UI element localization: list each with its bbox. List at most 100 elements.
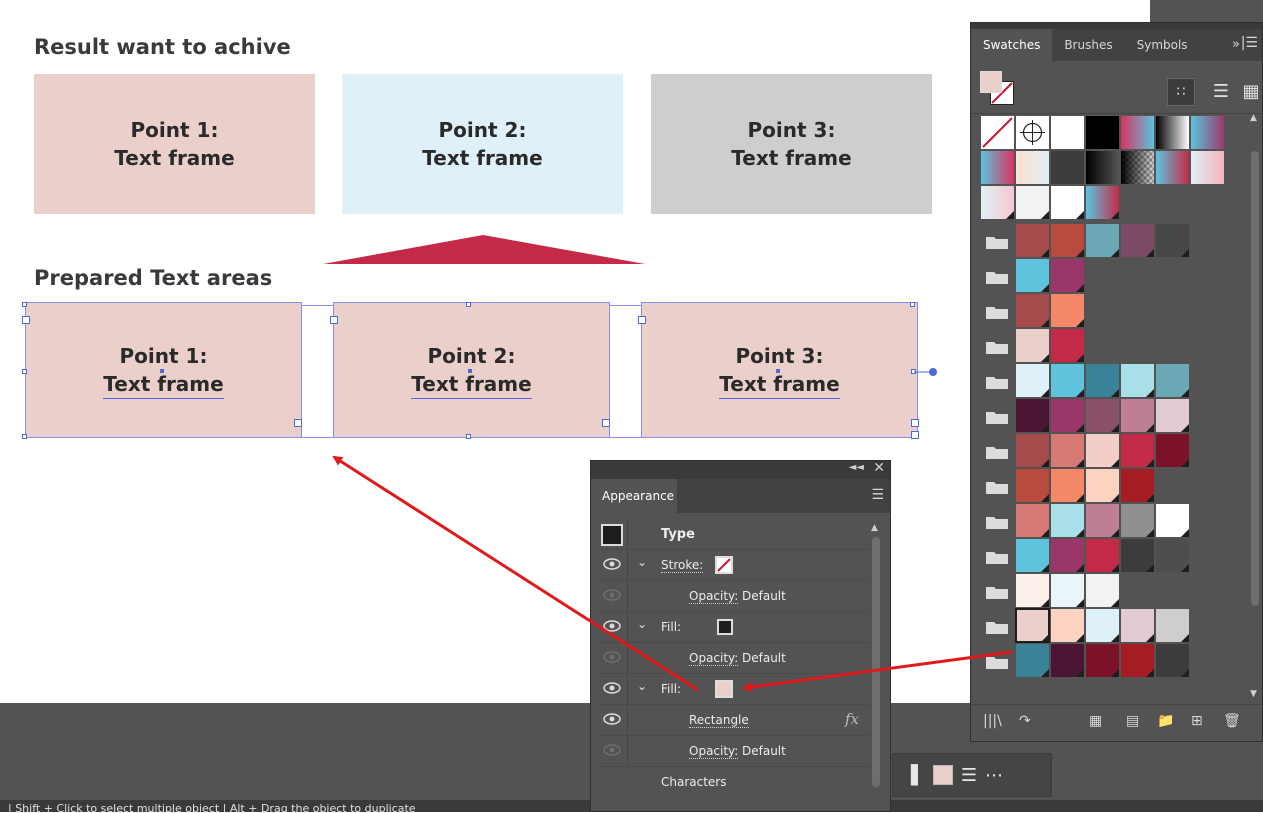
selection-handle[interactable]: [330, 316, 338, 324]
swatch[interactable]: [1086, 434, 1119, 467]
eye-icon[interactable]: [603, 619, 621, 633]
object-opacity-row[interactable]: Opacity: Default: [597, 736, 869, 767]
folder-icon[interactable]: [985, 514, 1009, 530]
swatch[interactable]: [1156, 644, 1189, 677]
opacity-label[interactable]: Opacity:: [689, 651, 739, 666]
swatch[interactable]: [1051, 364, 1084, 397]
stroke-opacity-row[interactable]: Opacity: Default: [597, 581, 869, 612]
swatch[interactable]: [1016, 294, 1049, 327]
show-kinds-icon[interactable]: ▦: [1089, 713, 1102, 729]
close-icon[interactable]: ✕: [873, 460, 885, 476]
folder-icon[interactable]: [985, 444, 1009, 460]
swatch-libraries-icon[interactable]: |||\: [983, 713, 1002, 729]
selection-handle[interactable]: [911, 419, 919, 427]
fill-swatch-mini[interactable]: [932, 765, 953, 785]
none-swatch[interactable]: [981, 116, 1014, 149]
folder-icon[interactable]: [985, 654, 1009, 670]
fill-label[interactable]: Fill:: [661, 620, 681, 634]
place-swatches-icon[interactable]: ↷: [1019, 713, 1031, 729]
swatch[interactable]: [1086, 574, 1119, 607]
swatch[interactable]: [1051, 644, 1084, 677]
swatch[interactable]: [1121, 116, 1154, 149]
new-color-group-icon[interactable]: 📁: [1157, 713, 1174, 729]
stroke-none-swatch[interactable]: [715, 556, 733, 574]
folder-icon[interactable]: [985, 619, 1009, 635]
swatch[interactable]: [1121, 469, 1154, 502]
selection-handle[interactable]: [22, 302, 27, 307]
selection-handle[interactable]: [22, 316, 30, 324]
swatch[interactable]: [1086, 151, 1119, 184]
registration-swatch[interactable]: [1016, 116, 1049, 149]
fill-row-black[interactable]: ⌄ Fill:: [597, 612, 869, 643]
swatch[interactable]: [1121, 504, 1154, 537]
selection-handle[interactable]: [466, 434, 471, 439]
swatch[interactable]: [1016, 539, 1049, 572]
folder-icon[interactable]: [985, 584, 1009, 600]
swatch[interactable]: [1191, 151, 1224, 184]
swatch[interactable]: [1086, 469, 1119, 502]
thumbnail-view-icon[interactable]: ▦: [1237, 78, 1263, 106]
type-row[interactable]: Type: [597, 519, 869, 550]
swatch[interactable]: [1156, 116, 1189, 149]
selection-handle[interactable]: [294, 419, 302, 427]
swatch[interactable]: [1051, 539, 1084, 572]
swatch[interactable]: [1016, 469, 1049, 502]
list-view-icon[interactable]: ☰: [1207, 78, 1235, 106]
folder-icon[interactable]: [985, 549, 1009, 565]
more-options-icon[interactable]: ⋯: [985, 765, 1003, 786]
swatch[interactable]: [1016, 151, 1049, 184]
selection-handle[interactable]: [466, 302, 471, 307]
swatch[interactable]: [1121, 609, 1154, 642]
folder-icon[interactable]: [985, 269, 1009, 285]
align-left-icon[interactable]: ▌: [911, 765, 925, 786]
swatch[interactable]: [1156, 504, 1189, 537]
folder-icon[interactable]: [985, 479, 1009, 495]
panel-menu-icon[interactable]: ☰: [871, 487, 884, 503]
swatch[interactable]: [1156, 151, 1189, 184]
swatch[interactable]: [1191, 116, 1224, 149]
swatch[interactable]: [1051, 116, 1084, 149]
swatch-options-icon[interactable]: ▤: [1126, 713, 1139, 729]
swatch[interactable]: [1156, 434, 1189, 467]
swatch[interactable]: [1156, 399, 1189, 432]
stroke-row[interactable]: ⌄ Stroke:: [597, 550, 869, 581]
panel-grip[interactable]: ◄◄ ✕: [591, 460, 890, 479]
selection-handle[interactable]: [911, 431, 919, 439]
swatch[interactable]: [1051, 151, 1084, 184]
swatch[interactable]: [1051, 504, 1084, 537]
swatch[interactable]: [1016, 186, 1049, 219]
swatch[interactable]: [1051, 574, 1084, 607]
fx-icon[interactable]: fx: [845, 710, 859, 728]
swatch[interactable]: [1086, 644, 1119, 677]
tab-brushes[interactable]: Brushes: [1052, 29, 1124, 61]
swatch[interactable]: [1121, 151, 1154, 184]
swatch[interactable]: [1086, 504, 1119, 537]
selection-handle[interactable]: [638, 316, 646, 324]
folder-icon[interactable]: [985, 409, 1009, 425]
appearance-scrollbar[interactable]: ▲: [870, 523, 882, 813]
selection-handle[interactable]: [22, 434, 27, 439]
swatch[interactable]: [1121, 399, 1154, 432]
characters-row[interactable]: Characters: [597, 767, 869, 798]
swatch[interactable]: [1016, 329, 1049, 362]
panel-menu-icon[interactable]: |☰: [1241, 35, 1258, 51]
selection-handle[interactable]: [910, 302, 915, 307]
swatches-scrollbar[interactable]: ▲ ▼: [1250, 113, 1260, 728]
selection-handle[interactable]: [22, 369, 27, 374]
swatch[interactable]: [1086, 186, 1119, 219]
folder-icon[interactable]: [985, 234, 1009, 250]
text-thread-port[interactable]: [914, 366, 940, 378]
swatch[interactable]: [1121, 224, 1154, 257]
folder-icon[interactable]: [985, 374, 1009, 390]
swatch[interactable]: [1051, 434, 1084, 467]
fill-color-swatch[interactable]: [980, 71, 1002, 93]
swatch[interactable]: [1051, 329, 1084, 362]
swatch[interactable]: [1051, 294, 1084, 327]
eye-icon[interactable]: [603, 681, 621, 695]
swatch[interactable]: [1086, 116, 1119, 149]
folder-icon[interactable]: [985, 339, 1009, 355]
double-chevron-right-icon[interactable]: »: [1232, 37, 1240, 52]
new-swatch-icon[interactable]: ⊞: [1191, 713, 1203, 729]
selection-handle[interactable]: [602, 419, 610, 427]
rectangle-effect-label[interactable]: Rectangle: [689, 713, 749, 728]
